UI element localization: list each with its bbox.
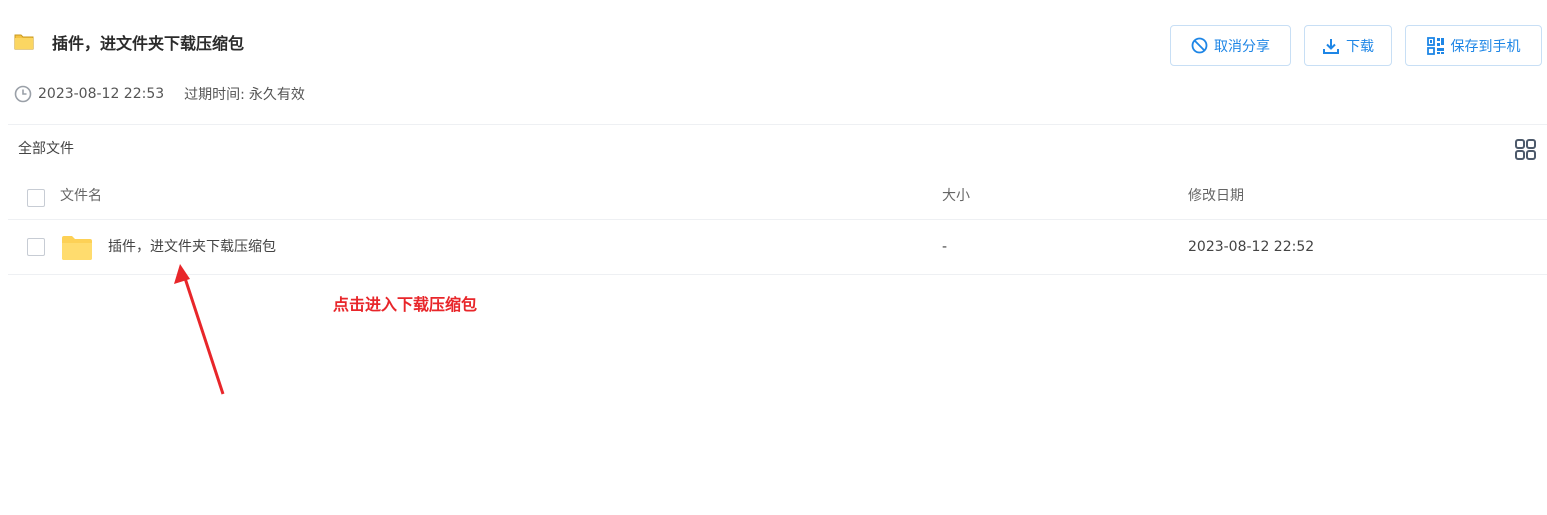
save-to-phone-label: 保存到手机 xyxy=(1450,38,1521,55)
download-icon xyxy=(1323,38,1339,54)
folder-icon[interactable] xyxy=(60,234,94,261)
qr-code-icon xyxy=(1426,36,1444,55)
download-label: 下载 xyxy=(1346,38,1374,55)
annotation-arrow xyxy=(174,264,225,395)
file-modified: 2023-08-12 22:52 xyxy=(1188,239,1315,255)
file-name[interactable]: 插件，进文件夹下载压缩包 xyxy=(108,237,276,257)
created-time: 2023-08-12 22:53 xyxy=(38,86,165,102)
annotation-text: 点击进入下载压缩包 xyxy=(333,295,478,314)
column-modified[interactable]: 修改日期 xyxy=(1188,186,1244,206)
table-header: 文件名 大小 修改日期 xyxy=(8,171,1547,220)
expire-value: 永久有效 xyxy=(248,87,305,103)
share-meta: 2023-08-12 22:53 过期时间: 永久有效 xyxy=(14,84,305,104)
cancel-share-label: 取消分享 xyxy=(1214,38,1270,55)
download-button[interactable]: 下载 xyxy=(1304,25,1392,66)
share-title: 插件，进文件夹下载压缩包 xyxy=(52,34,245,53)
column-name[interactable]: 文件名 xyxy=(60,186,102,206)
row-checkbox[interactable] xyxy=(27,238,45,256)
breadcrumb-all-files[interactable]: 全部文件 xyxy=(18,139,74,159)
no-entry-icon xyxy=(1191,37,1208,54)
expire-label: 过期时间: xyxy=(184,87,245,103)
save-to-phone-button[interactable]: 保存到手机 xyxy=(1405,25,1542,66)
share-header: 插件，进文件夹下载压缩包 2023-08-12 22:53 过期时间: 永久有效… xyxy=(0,0,1547,125)
grid-view-icon[interactable] xyxy=(1515,139,1536,160)
select-all-checkbox[interactable] xyxy=(27,189,45,207)
column-size[interactable]: 大小 xyxy=(942,186,970,206)
folder-icon xyxy=(14,34,34,50)
clock-icon xyxy=(14,85,32,103)
file-size: - xyxy=(942,239,948,255)
cancel-share-button[interactable]: 取消分享 xyxy=(1170,25,1291,66)
header-divider xyxy=(8,124,1547,125)
